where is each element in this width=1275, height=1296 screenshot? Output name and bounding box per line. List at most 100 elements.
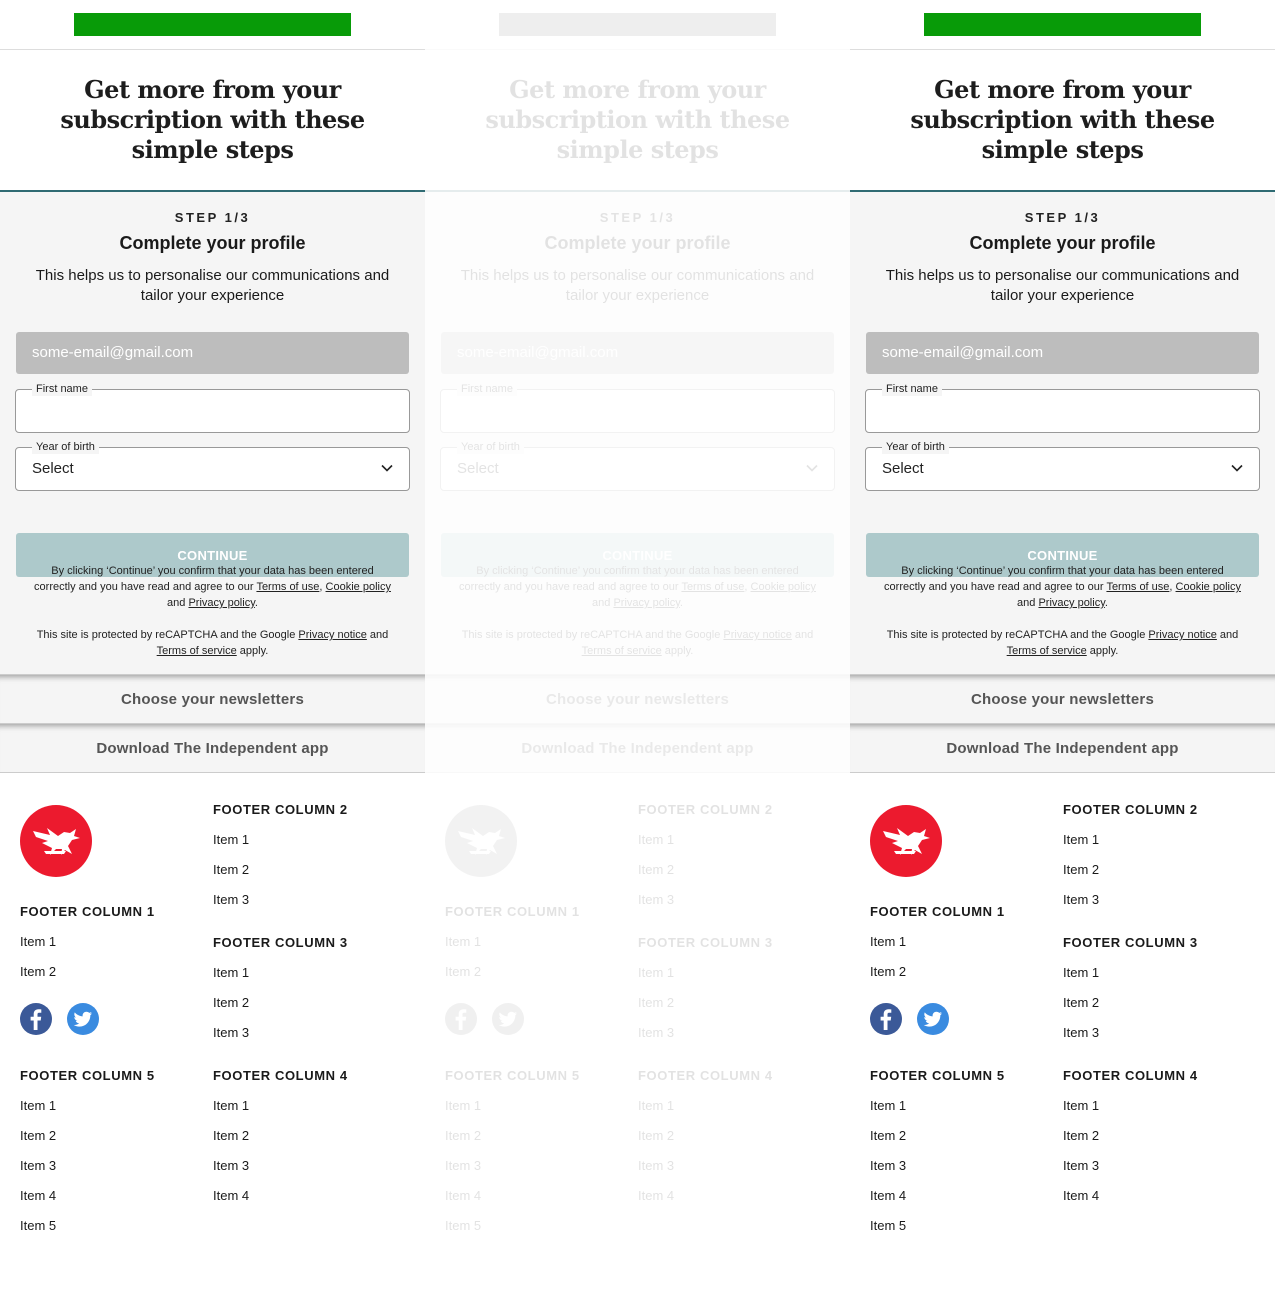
twitter-icon[interactable] bbox=[492, 1003, 524, 1035]
app-download-accordion[interactable]: Download The Independent app bbox=[0, 723, 425, 773]
app-download-accordion[interactable]: Download The Independent app bbox=[425, 723, 850, 773]
footer-link[interactable]: Item 2 bbox=[638, 1121, 773, 1151]
cookie-policy-link[interactable]: Cookie policy bbox=[751, 581, 816, 593]
cookie-policy-link[interactable]: Cookie policy bbox=[326, 581, 391, 593]
terms-of-use-link[interactable]: Terms of use bbox=[681, 581, 744, 593]
footer-link[interactable]: Item 2 bbox=[638, 855, 773, 885]
footer-link[interactable]: Item 2 bbox=[638, 988, 773, 1018]
privacy-policy-link[interactable]: Privacy policy bbox=[613, 597, 679, 609]
footer-link[interactable]: Item 4 bbox=[1063, 1181, 1198, 1211]
footer-link[interactable]: Item 2 bbox=[213, 855, 348, 885]
footer-link[interactable]: Item 3 bbox=[1063, 1151, 1198, 1181]
footer-link[interactable]: Item 4 bbox=[445, 1181, 580, 1211]
independent-logo[interactable] bbox=[445, 805, 517, 877]
year-of-birth-select[interactable]: Year of birth Select bbox=[440, 440, 835, 491]
footer-link[interactable]: Item 4 bbox=[213, 1181, 348, 1211]
footer-link[interactable]: Item 2 bbox=[1063, 1121, 1198, 1151]
footer-link[interactable]: Item 1 bbox=[638, 958, 773, 988]
footer-column-3: FOOTER COLUMN 3 Item 1 Item 2 Item 3 bbox=[1063, 935, 1198, 1048]
footer-link[interactable]: Item 3 bbox=[638, 885, 773, 915]
footer-link[interactable]: Item 3 bbox=[638, 1018, 773, 1048]
footer-link[interactable]: Item 2 bbox=[20, 1121, 155, 1151]
email-field: some-email@gmail.com bbox=[866, 332, 1259, 374]
terms-of-use-link[interactable]: Terms of use bbox=[256, 581, 319, 593]
footer-link[interactable]: Item 2 bbox=[870, 957, 1005, 987]
app-download-accordion[interactable]: Download The Independent app bbox=[850, 723, 1275, 773]
footer-link[interactable]: Item 1 bbox=[870, 1091, 1005, 1121]
footer-link[interactable]: Item 1 bbox=[638, 825, 773, 855]
terms-of-service-link[interactable]: Terms of service bbox=[582, 645, 662, 657]
footer-link[interactable]: Item 1 bbox=[445, 927, 580, 957]
footer-link[interactable]: Item 1 bbox=[1063, 1091, 1198, 1121]
footer-link[interactable]: Item 2 bbox=[213, 988, 348, 1018]
footer-link[interactable]: Item 1 bbox=[870, 927, 1005, 957]
facebook-icon[interactable] bbox=[445, 1003, 477, 1035]
footer-link[interactable]: Item 2 bbox=[213, 1121, 348, 1151]
footer-link[interactable]: Item 3 bbox=[870, 1151, 1005, 1181]
footer-link[interactable]: Item 5 bbox=[445, 1211, 580, 1241]
consent-and: and bbox=[592, 597, 614, 609]
footer-link[interactable]: Item 3 bbox=[213, 1151, 348, 1181]
footer-link[interactable]: Item 4 bbox=[870, 1181, 1005, 1211]
footer-link[interactable]: Item 4 bbox=[20, 1181, 155, 1211]
footer-link[interactable]: Item 3 bbox=[1063, 885, 1198, 915]
recaptcha-text: This site is protected by reCAPTCHA and … bbox=[30, 627, 395, 659]
terms-of-service-link[interactable]: Terms of service bbox=[157, 645, 237, 657]
facebook-icon[interactable] bbox=[20, 1003, 52, 1035]
newsletters-accordion[interactable]: Choose your newsletters bbox=[850, 674, 1275, 723]
footer-link[interactable]: Item 3 bbox=[445, 1151, 580, 1181]
footer-link[interactable]: Item 5 bbox=[870, 1211, 1005, 1241]
footer-link[interactable]: Item 2 bbox=[1063, 855, 1198, 885]
footer-link[interactable]: Item 1 bbox=[638, 1091, 773, 1121]
first-name-field[interactable]: First name bbox=[440, 382, 835, 433]
independent-logo[interactable] bbox=[20, 805, 92, 877]
footer: FOOTER COLUMN 1 Item 1 Item 2 FOOTER COL… bbox=[425, 773, 850, 1293]
footer-link[interactable]: Item 2 bbox=[445, 957, 580, 987]
footer-link[interactable]: Item 1 bbox=[213, 825, 348, 855]
footer-link[interactable]: Item 3 bbox=[20, 1151, 155, 1181]
first-name-field[interactable]: First name bbox=[865, 382, 1260, 433]
top-bar bbox=[0, 0, 425, 50]
footer-link[interactable]: Item 3 bbox=[1063, 1018, 1198, 1048]
privacy-policy-link[interactable]: Privacy policy bbox=[1038, 597, 1104, 609]
eagle-icon bbox=[33, 828, 80, 855]
footer-link[interactable]: Item 2 bbox=[870, 1121, 1005, 1151]
footer-link[interactable]: Item 1 bbox=[1063, 958, 1198, 988]
footer-link[interactable]: Item 2 bbox=[1063, 988, 1198, 1018]
footer-link[interactable]: Item 5 bbox=[20, 1211, 155, 1241]
year-of-birth-select[interactable]: Year of birth Select bbox=[865, 440, 1260, 491]
cookie-policy-link[interactable]: Cookie policy bbox=[1176, 581, 1241, 593]
first-name-field[interactable]: First name bbox=[15, 382, 410, 433]
footer-link[interactable]: Item 3 bbox=[638, 1151, 773, 1181]
footer-link[interactable]: Item 1 bbox=[20, 927, 155, 957]
footer-column-title: FOOTER COLUMN 5 bbox=[445, 1068, 580, 1083]
step-label: STEP 1/3 bbox=[599, 210, 676, 225]
privacy-notice-link[interactable]: Privacy notice bbox=[1148, 629, 1216, 641]
footer-link[interactable]: Item 1 bbox=[20, 1091, 155, 1121]
privacy-notice-link[interactable]: Privacy notice bbox=[723, 629, 791, 641]
footer-link[interactable]: Item 1 bbox=[445, 1091, 580, 1121]
newsletters-accordion[interactable]: Choose your newsletters bbox=[0, 674, 425, 723]
twitter-icon[interactable] bbox=[917, 1003, 949, 1035]
footer-link[interactable]: Item 1 bbox=[1063, 825, 1198, 855]
footer-column-5: FOOTER COLUMN 5 Item 1 Item 2 Item 3 Ite… bbox=[20, 1068, 155, 1241]
footer-column-4: FOOTER COLUMN 4 Item 1 Item 2 Item 3 Ite… bbox=[213, 1068, 348, 1211]
independent-logo[interactable] bbox=[870, 805, 942, 877]
terms-of-use-link[interactable]: Terms of use bbox=[1106, 581, 1169, 593]
footer-link[interactable]: Item 2 bbox=[20, 957, 155, 987]
footer-link[interactable]: Item 3 bbox=[213, 1018, 348, 1048]
footer-link[interactable]: Item 4 bbox=[638, 1181, 773, 1211]
footer-link[interactable]: Item 1 bbox=[213, 1091, 348, 1121]
footer-link[interactable]: Item 3 bbox=[213, 885, 348, 915]
terms-of-service-link[interactable]: Terms of service bbox=[1007, 645, 1087, 657]
twitter-icon[interactable] bbox=[67, 1003, 99, 1035]
newsletters-accordion[interactable]: Choose your newsletters bbox=[425, 674, 850, 723]
footer-link[interactable]: Item 2 bbox=[445, 1121, 580, 1151]
privacy-policy-link[interactable]: Privacy policy bbox=[188, 597, 254, 609]
privacy-notice-link[interactable]: Privacy notice bbox=[298, 629, 366, 641]
year-of-birth-select[interactable]: Year of birth Select bbox=[15, 440, 410, 491]
footer-column-title: FOOTER COLUMN 3 bbox=[638, 935, 773, 950]
footer-link[interactable]: Item 1 bbox=[213, 958, 348, 988]
social-links bbox=[870, 1003, 949, 1035]
facebook-icon[interactable] bbox=[870, 1003, 902, 1035]
